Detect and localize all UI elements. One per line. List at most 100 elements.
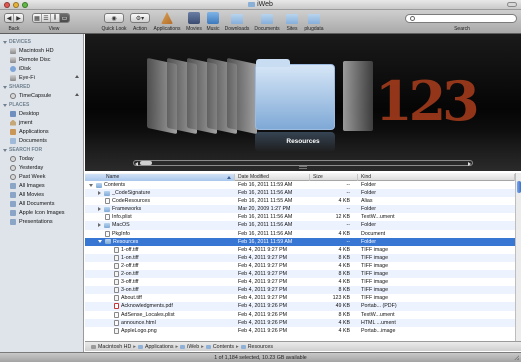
disclosure-triangle-icon[interactable] (98, 207, 101, 212)
toolbar-toggle-button[interactable] (507, 2, 517, 7)
sidebar-item-label: Eye-Fi (19, 74, 35, 81)
view-mode-buttons: ▦ ☰ ⫼ ▭ (32, 13, 70, 23)
sidebar-item-yesterday[interactable]: Yesterday (0, 163, 83, 172)
table-row[interactable]: PkgInfo Feb 16, 2011 11:56 AM 4 KB Document (85, 230, 515, 238)
column-header-size[interactable]: Size (310, 174, 358, 181)
table-row[interactable]: AppleLogo.png Feb 4, 2011 9:26 PM 4 KB Port… (85, 327, 515, 335)
table-row[interactable]: Info.plist Feb 16, 2011 11:56 AM 12 KB Text… (85, 213, 515, 221)
coverflow-pane[interactable]: 123 Resources (85, 34, 521, 171)
fav-label-plugdata[interactable]: plugdata (304, 26, 323, 32)
table-row[interactable]: announce.html Feb 4, 2011 9:26 PM 4 KB HTML… (85, 318, 515, 327)
back-button[interactable]: ◀ (5, 14, 14, 22)
path-crumb[interactable]: Contents (205, 344, 234, 350)
sidebar-item-timecapsule[interactable]: TimeCapsule (0, 91, 83, 100)
eject-icon[interactable] (75, 93, 79, 96)
music-icon[interactable] (207, 12, 219, 24)
sidebar-item-all-documents[interactable]: All Documents (0, 199, 83, 208)
sidebar-item-macintosh-hd[interactable]: Macintosh HD (0, 46, 83, 55)
sidebar-item-desktop[interactable]: Desktop (0, 109, 83, 118)
path-crumb[interactable]: iWeb (180, 344, 199, 350)
column-header-name[interactable]: Name (85, 174, 235, 181)
coverflow-view-button[interactable]: ▭ (60, 14, 69, 22)
plugdata-folder-icon[interactable] (308, 14, 320, 24)
fav-label-sites[interactable]: Sites (286, 26, 297, 32)
column-header-kind[interactable]: Kind (358, 174, 515, 181)
table-row[interactable]: Frameworks Mar 20, 2009 1:27 PM -- Folder (85, 205, 515, 214)
sidebar-section-devices[interactable]: DEVICES (0, 37, 83, 46)
forward-button[interactable]: ▶ (14, 14, 23, 22)
fav-label-downloads[interactable]: Downloads (225, 26, 250, 32)
action-button[interactable]: ⚙▾ (130, 13, 150, 23)
sidebar-item-remote-disc[interactable]: Remote Disc (0, 55, 83, 64)
table-row[interactable]: Resources Feb 16, 2011 11:59 AM -- Folder (85, 237, 515, 246)
eject-icon[interactable] (75, 75, 79, 78)
table-row[interactable]: 3-off.tiff Feb 4, 2011 9:27 PM 4 KB TIFF im… (85, 278, 515, 286)
sidebar-item-all-movies[interactable]: All Movies (0, 190, 83, 199)
sidebar-item-all-images[interactable]: All Images (0, 181, 83, 190)
sidebar-item-eye-fi[interactable]: Eye-Fi (0, 73, 83, 82)
list-view-button[interactable]: ☰ (42, 14, 51, 22)
document-icon (105, 230, 110, 237)
path-crumb[interactable]: Resources (240, 344, 273, 350)
pane-resize-grip[interactable] (299, 166, 307, 169)
scroll-left-icon[interactable] (135, 162, 138, 166)
sidebar-item-documents[interactable]: Documents (0, 136, 83, 145)
table-row[interactable]: AdSense_Locales.plist Feb 4, 2011 9:26 PM… (85, 311, 515, 319)
disclosure-triangle-icon[interactable] (98, 191, 101, 196)
search-input[interactable] (405, 14, 517, 23)
fav-label-movies[interactable]: Movies (186, 26, 202, 32)
vertical-scroll-thumb[interactable] (517, 181, 521, 193)
coverflow-item[interactable] (227, 57, 257, 135)
disclosure-triangle-icon[interactable] (98, 223, 101, 228)
sidebar-section-shared[interactable]: SHARED (0, 82, 83, 91)
table-row[interactable]: 2-on.tiff Feb 4, 2011 9:27 PM 8 KB TIFF ima… (85, 270, 515, 279)
size-cell: 4 KB (338, 262, 350, 269)
fav-label-documents[interactable]: Documents (254, 26, 279, 32)
path-crumb[interactable]: Macintosh HD (91, 344, 131, 350)
coverflow-selected-folder-icon[interactable] (255, 59, 335, 130)
sidebar-section-search-for[interactable]: SEARCH FOR (0, 145, 83, 154)
sidebar-item-apple-icon-images[interactable]: Apple Icon Images (0, 208, 83, 217)
table-row[interactable]: 1-on.tiff Feb 4, 2011 9:27 PM 8 KB TIFF ima… (85, 253, 515, 262)
vertical-scrollbar[interactable] (515, 173, 521, 341)
disclosure-triangle-icon[interactable] (98, 240, 102, 244)
column-header-date[interactable]: Date Modified (235, 174, 310, 181)
sidebar-section-places[interactable]: PLACES (0, 100, 83, 109)
table-row[interactable]: 2-off.tiff Feb 4, 2011 9:27 PM 4 KB TIFF im… (85, 262, 515, 270)
table-row[interactable]: CodeResources Feb 16, 2011 11:55 AM 4 KB Al… (85, 197, 515, 205)
table-row[interactable]: Contents Feb 16, 2011 11:59 AM -- Folder (85, 181, 515, 189)
downloads-folder-icon[interactable] (231, 14, 243, 24)
sites-folder-icon[interactable] (286, 14, 298, 24)
sidebar-item-idisk[interactable]: iDisk (0, 64, 83, 73)
sidebar-item-past-week[interactable]: Past Week (0, 172, 83, 181)
table-row[interactable]: _CodeSignature Feb 16, 2011 11:56 AM -- Fol… (85, 189, 515, 198)
sidebar-item-applications[interactable]: Applications (0, 127, 83, 136)
documents-folder-icon[interactable] (261, 14, 273, 24)
quick-look-button[interactable]: ◉ (104, 13, 124, 23)
applications-icon[interactable] (161, 12, 173, 24)
sidebar-item-today[interactable]: Today (0, 154, 83, 163)
table-row[interactable]: 1-off.tiff Feb 4, 2011 9:27 PM 4 KB TIFF im… (85, 246, 515, 254)
movies-icon[interactable] (188, 12, 200, 24)
sidebar-item-presentations[interactable]: Presentations (0, 217, 83, 226)
table-row[interactable]: MacOS Feb 16, 2011 11:56 AM -- Folder (85, 221, 515, 230)
fav-label-applications[interactable]: Applications (154, 26, 181, 32)
path-crumb-label: iWeb (187, 343, 200, 350)
resize-handle[interactable] (513, 354, 519, 360)
table-row[interactable]: Acknowledgments.pdf Feb 4, 2011 9:26 PM 49… (85, 302, 515, 311)
scroll-right-icon[interactable] (468, 162, 471, 166)
icon-view-button[interactable]: ▦ (33, 14, 42, 22)
fav-label-music[interactable]: Music (206, 26, 219, 32)
table-row[interactable]: About.tiff Feb 4, 2011 9:27 PM 123 KB TIFF … (85, 294, 515, 302)
coverflow-item[interactable] (343, 61, 373, 131)
sidebar-item-jment[interactable]: jment (0, 118, 83, 127)
path-crumb[interactable]: Applications (137, 344, 174, 350)
disclosure-triangle-icon[interactable] (89, 183, 93, 187)
clock-icon (10, 173, 16, 180)
folder-icon (248, 1, 256, 7)
table-row[interactable]: 3-on.tiff Feb 4, 2011 9:27 PM 8 KB TIFF ima… (85, 286, 515, 295)
column-view-button[interactable]: ⫼ (51, 14, 60, 22)
name-cell: 2-on.tiff (107, 271, 235, 278)
coverflow-scroll-thumb[interactable] (140, 161, 152, 165)
date-cell: Feb 4, 2011 9:26 PM (238, 303, 288, 310)
